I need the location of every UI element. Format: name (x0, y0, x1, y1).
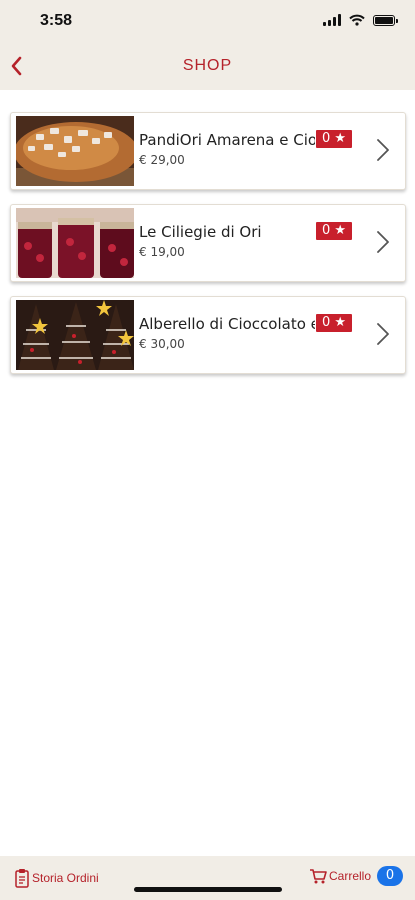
rating-badge: 0 ★ (316, 314, 352, 332)
product-price: € 19,00 (139, 245, 185, 259)
product-price: € 30,00 (139, 337, 185, 351)
rating-badge: 0 ★ (316, 130, 352, 148)
status-bar: 3:58 (0, 0, 415, 44)
product-image (16, 116, 134, 186)
cart-button[interactable]: Carrello 0 (309, 866, 403, 886)
home-indicator (134, 887, 282, 892)
order-history-label: Storia Ordini (32, 871, 99, 885)
product-image (16, 300, 134, 370)
status-icons (323, 14, 398, 26)
cart-label: Carrello (328, 869, 371, 883)
page-title: SHOP (182, 57, 233, 74)
chevron-right-icon (377, 323, 389, 345)
chevron-right-icon (377, 231, 389, 253)
cellular-signal-icon (323, 14, 341, 26)
product-card[interactable]: Le Ciliegie di Ori € 19,00 0 ★ (10, 204, 406, 282)
clipboard-icon (15, 869, 29, 888)
product-image (16, 208, 134, 278)
nav-bar: SHOP (0, 44, 415, 90)
battery-icon (373, 14, 398, 26)
cart-icon (309, 869, 327, 884)
wifi-icon (349, 14, 365, 26)
bottom-bar: Storia Ordini Carrello 0 (0, 856, 415, 900)
product-card[interactable]: PandiOri Amarena e Cioccolato € 29,00 0 … (10, 112, 406, 190)
product-price: € 29,00 (139, 153, 185, 167)
cart-count-badge: 0 (377, 866, 403, 886)
product-list: PandiOri Amarena e Cioccolato € 29,00 0 … (10, 112, 406, 388)
order-history-button[interactable]: Storia Ordini (14, 868, 99, 888)
product-name: Alberello di Cioccolato e (139, 315, 315, 333)
product-name: Le Ciliegie di Ori (139, 223, 262, 241)
product-name: PandiOri Amarena e Cioccolato (139, 131, 315, 149)
chevron-right-icon (377, 139, 389, 161)
rating-badge: 0 ★ (316, 222, 352, 240)
product-card[interactable]: Alberello di Cioccolato e € 30,00 0 ★ (10, 296, 406, 374)
status-time: 3:58 (40, 12, 73, 29)
